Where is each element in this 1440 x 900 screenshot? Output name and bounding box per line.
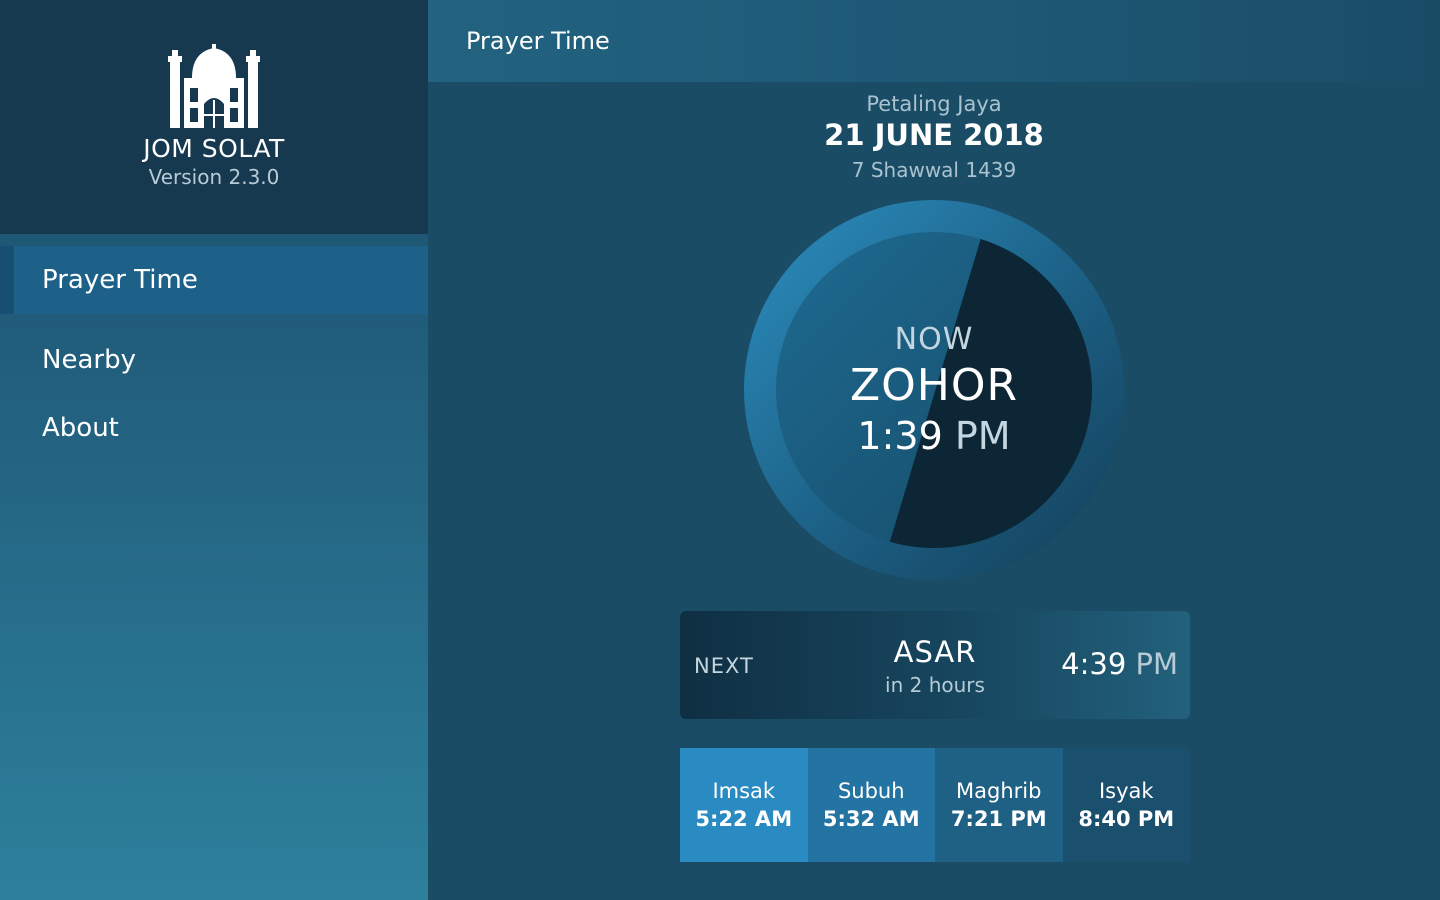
prayer-schedule: Imsak 5:22 AM Subuh 5:32 AM Maghrib 7:21… [680,748,1190,862]
current-time-ampm: PM [954,414,1011,458]
sidebar-nav: Prayer Time Nearby About [0,246,428,462]
main-panel: Prayer Time Petaling Jaya 21 JUNE 2018 7… [428,0,1440,900]
app-window: JOM SOLAT Version 2.3.0 Prayer Time Near… [0,0,1440,900]
next-time-value: 4:39 [1061,647,1127,681]
slot-name: Isyak [1098,779,1154,803]
current-time-value: 1:39 [857,414,943,458]
sidebar-item-label: About [42,413,119,443]
top-bar: Prayer Time [428,0,1440,82]
current-prayer-name: ZOHOR [849,360,1019,411]
sidebar-item-nearby[interactable]: Nearby [0,326,428,394]
sidebar-header: JOM SOLAT Version 2.3.0 [0,0,428,234]
schedule-slot-isyak[interactable]: Isyak 8:40 PM [1062,748,1190,862]
sidebar-item-about[interactable]: About [0,394,428,462]
hijri-date: 7 Shawwal 1439 [851,158,1017,182]
now-label: NOW [894,322,974,357]
app-version: Version 2.3.0 [148,165,280,189]
slot-time: 5:32 AM [822,807,920,831]
slot-time: 7:21 PM [950,807,1047,831]
slot-time: 8:40 PM [1078,807,1175,831]
page-title: Prayer Time [466,27,610,55]
sidebar-item-label: Nearby [42,345,136,375]
slot-name: Maghrib [956,779,1042,803]
gregorian-date: 21 JUNE 2018 [824,118,1044,152]
slot-time: 5:22 AM [695,807,793,831]
app-name: JOM SOLAT [143,134,285,163]
sidebar-item-prayer-time[interactable]: Prayer Time [0,246,428,314]
mosque-icon [168,44,260,128]
sidebar-item-label: Prayer Time [42,265,198,295]
current-time: 1:39 PM [742,414,1126,458]
next-prayer-time: 4:39 PM [1061,647,1178,681]
next-prayer-card[interactable]: NEXT ASAR in 2 hours 4:39 PM [680,611,1190,719]
schedule-slot-subuh[interactable]: Subuh 5:32 AM [807,748,935,862]
current-prayer-dial: NOW ZOHOR 1:39 PM [742,198,1126,582]
schedule-slot-imsak[interactable]: Imsak 5:22 AM [680,748,808,862]
next-time-ampm: PM [1135,647,1178,681]
slot-name: Imsak [712,779,776,803]
slot-name: Subuh [837,779,905,803]
sidebar: JOM SOLAT Version 2.3.0 Prayer Time Near… [0,0,428,900]
location-label: Petaling Jaya [866,92,1002,116]
schedule-slot-maghrib[interactable]: Maghrib 7:21 PM [935,748,1063,862]
